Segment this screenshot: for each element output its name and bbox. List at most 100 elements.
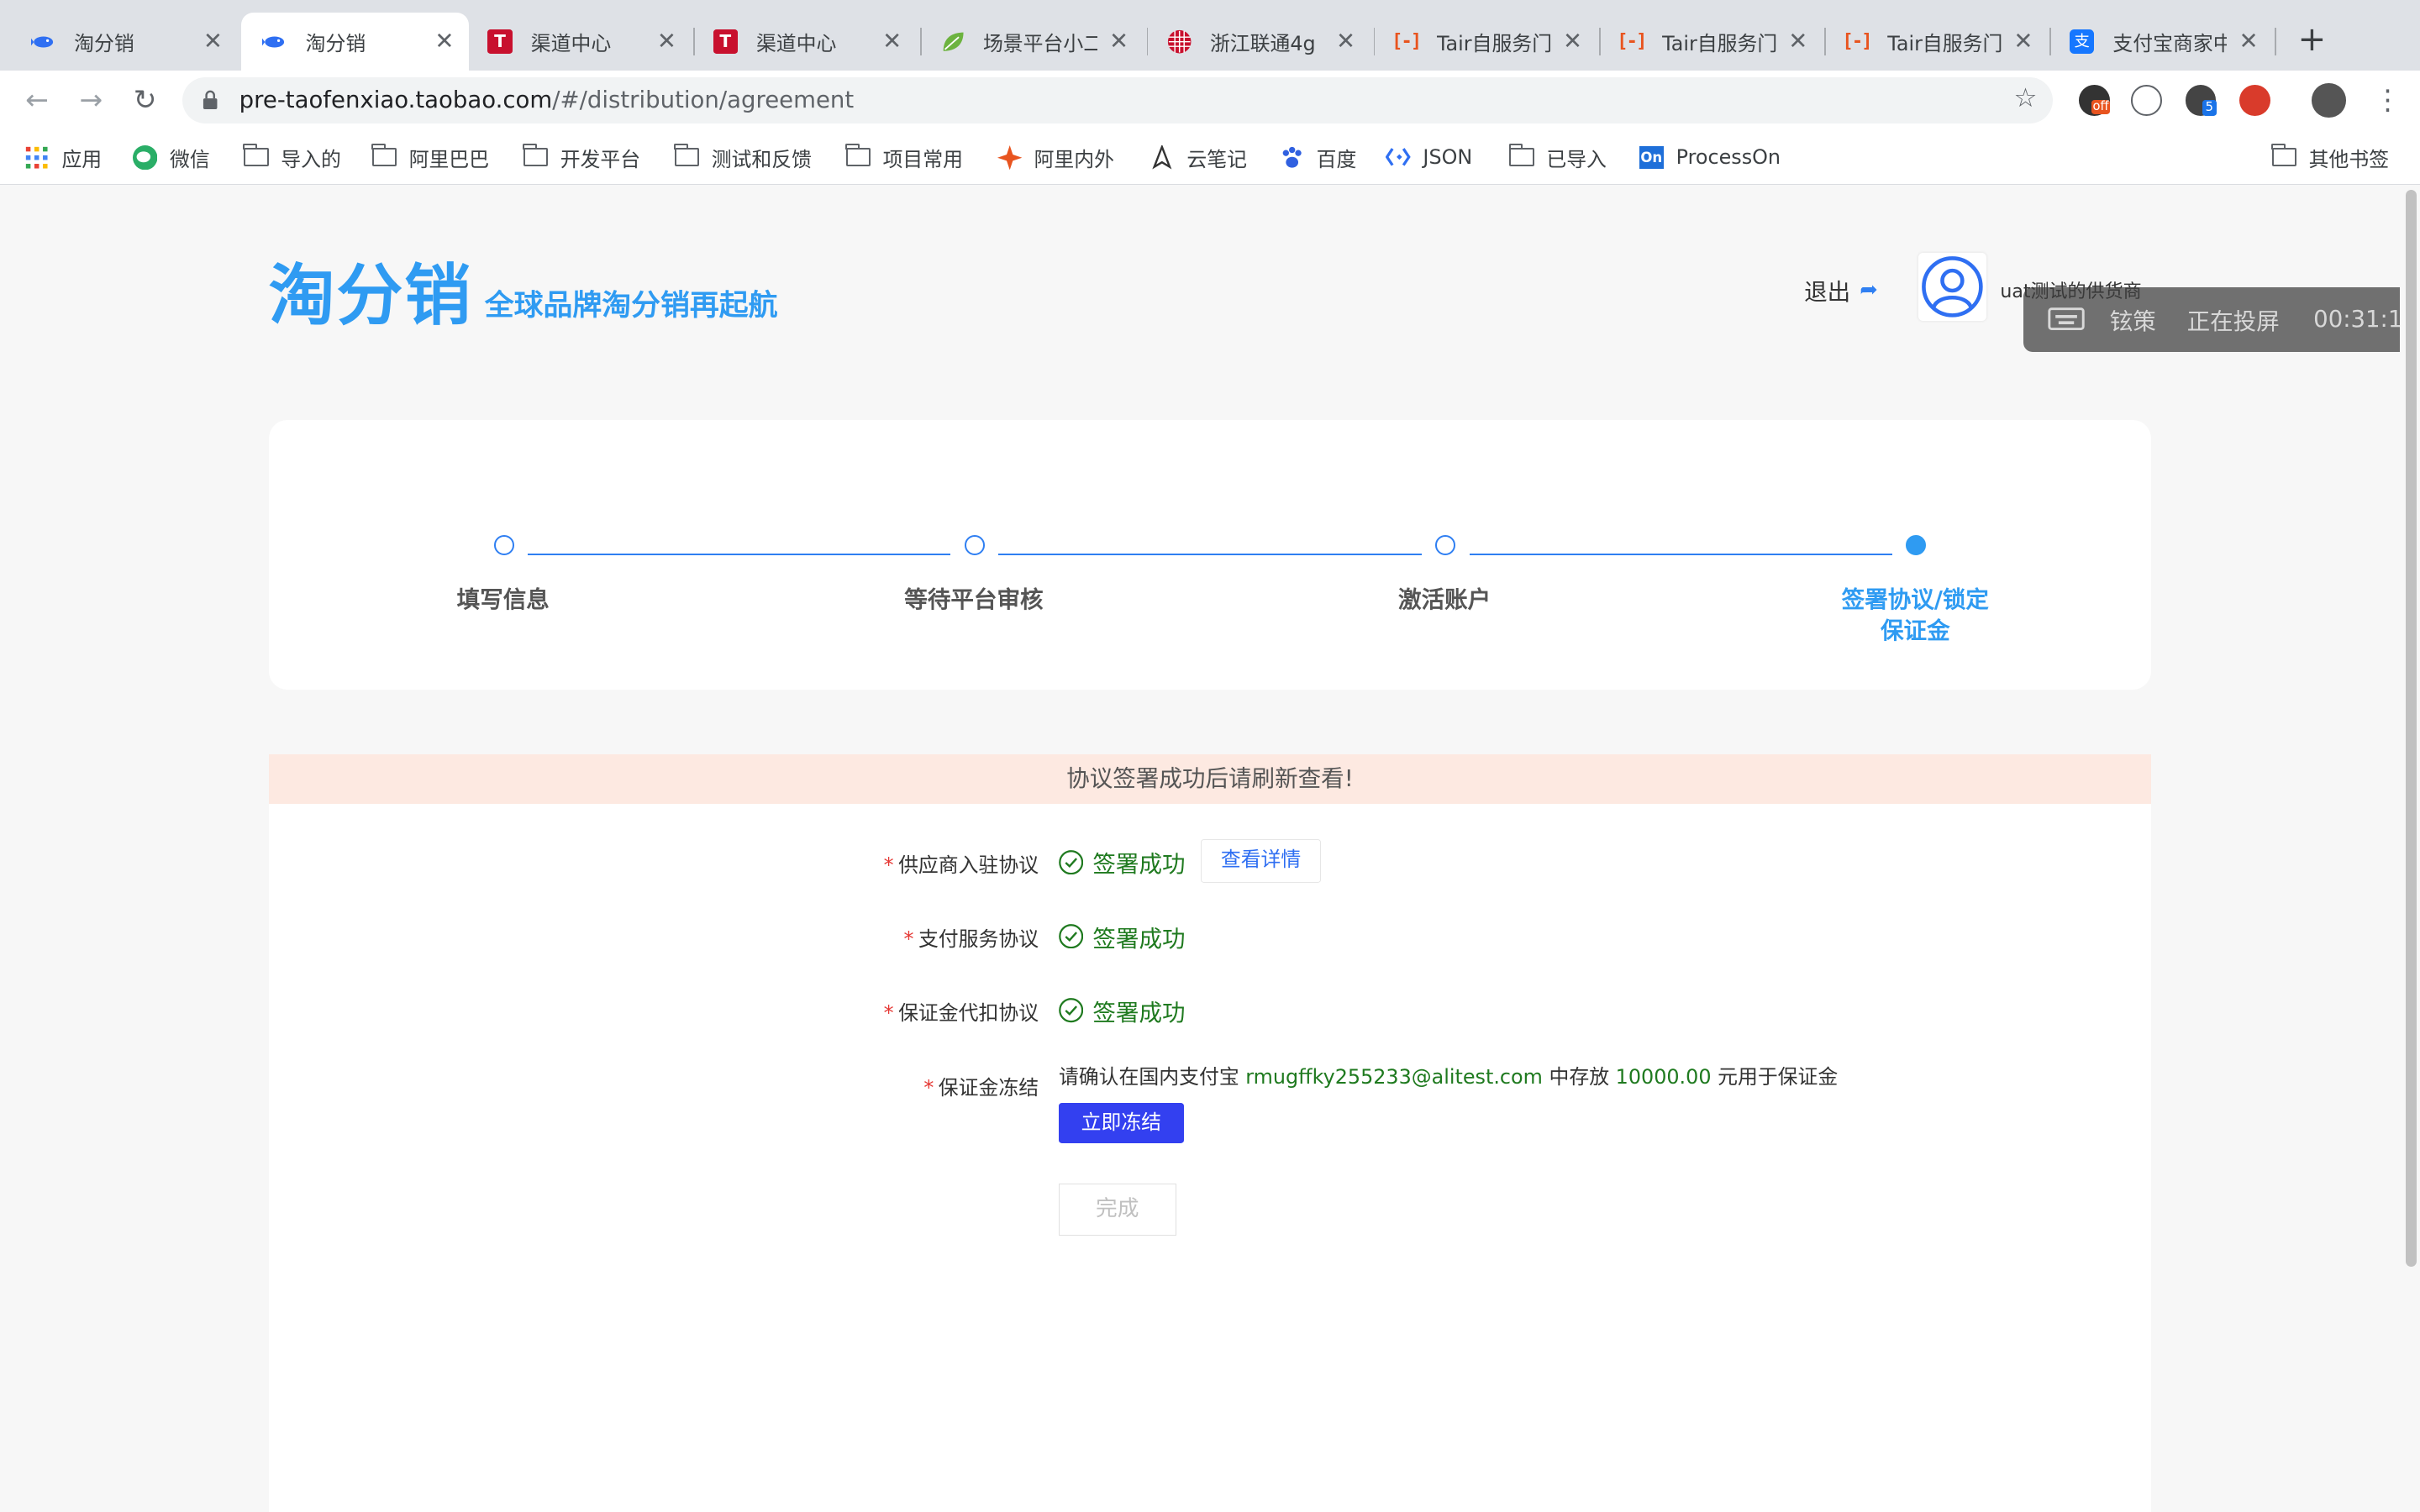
bookmark-wechat[interactable]: 微信	[132, 142, 210, 173]
tab-title: Tair自服务门	[1436, 32, 1551, 56]
tab-tair-3[interactable]: [-] Tair自服务门 ✕	[1828, 13, 2048, 71]
user-avatar[interactable]	[1918, 253, 1986, 322]
tab-close-icon[interactable]: ✕	[1560, 29, 1585, 54]
freeze-now-button[interactable]: 立即冻结	[1058, 1103, 1184, 1143]
deposit-deduct-agreement-status: 签署成功	[1059, 994, 1186, 1027]
supplier-agreement-status: 签署成功	[1059, 845, 1186, 879]
required-mark: *	[903, 927, 914, 952]
check-circle-icon	[1059, 924, 1084, 949]
address-bar[interactable]: pre-taofenxiao.taobao.com/#/distribution…	[182, 76, 2053, 123]
tab-tair-2[interactable]: [-] Tair自服务门 ✕	[1603, 13, 1823, 71]
extension-icon[interactable]: off	[2079, 85, 2111, 116]
bookmark-baidu[interactable]: 百度	[1280, 142, 1356, 173]
tab-changjing[interactable]: 场景平台小二 ✕	[924, 13, 1144, 71]
leaf-icon	[940, 29, 965, 54]
step-dot-current	[1906, 535, 1927, 556]
tab-qudao-1[interactable]: T 渠道中心 ✕	[472, 13, 692, 71]
tab-title: 淘分销	[305, 32, 366, 56]
bookmark-yidaoru[interactable]: 已导入	[1508, 142, 1607, 173]
screen-share-overlay[interactable]: 铉策 正在投屏 00:31:11	[2023, 286, 2420, 352]
bookmark-devplatform[interactable]: 开发平台	[522, 142, 641, 173]
tab-separator	[1373, 28, 1376, 56]
tab-taofenxiao-active[interactable]: 淘分销 ✕	[240, 12, 470, 71]
tab-close-icon[interactable]: ✕	[2236, 29, 2260, 54]
bookmark-imported[interactable]: 导入的	[243, 142, 341, 173]
back-arrow-icon[interactable]: ←	[20, 83, 54, 117]
lock-icon[interactable]	[203, 90, 218, 110]
tab-liantong[interactable]: 浙江联通4g ✕	[1151, 13, 1370, 71]
tab-close-icon[interactable]: ✕	[880, 29, 904, 54]
tab-separator	[1823, 28, 1826, 56]
new-tab-button[interactable]: +	[2296, 21, 2328, 55]
pen-nib-icon	[1150, 144, 1174, 170]
scrollbar-thumb[interactable]	[2406, 189, 2417, 1267]
finish-button[interactable]: 完成	[1058, 1183, 1176, 1236]
step-label-review: 等待平台审核	[904, 586, 1044, 614]
tab-strip: 淘分销 ✕ 淘分销 ✕ T 渠道中心 ✕ T 渠道中心 ✕ 场景平台小二 ✕ 浙…	[0, 0, 2420, 71]
url-domain: pre-taofenxiao.taobao.com	[239, 86, 553, 113]
bookmark-alineiwai[interactable]: 阿里内外	[997, 142, 1114, 173]
bookmark-test-feedback[interactable]: 测试和反馈	[673, 142, 812, 173]
profile-avatar[interactable]	[2312, 83, 2346, 118]
bookmark-json[interactable]: JSON	[1386, 142, 1472, 173]
site-logo[interactable]: 淘分销	[269, 241, 472, 338]
site-slogan: 全球品牌淘分销再起航	[484, 289, 778, 323]
tab-close-icon[interactable]: ✕	[655, 29, 679, 54]
deposit-amount: 10000.00	[1615, 1064, 1712, 1089]
view-details-button[interactable]: 查看详情	[1200, 839, 1322, 883]
github-extension-icon[interactable]: 5	[2185, 85, 2217, 116]
extension-count-badge: 5	[2202, 100, 2217, 116]
tab-title: 场景平台小二	[982, 32, 1097, 56]
step-label-line1: 签署协议/锁定	[1841, 586, 1989, 614]
bookmark-project[interactable]: 项目常用	[844, 142, 963, 173]
taofenxiao-fish-icon	[262, 29, 287, 54]
tab-title: 支付宝商家中	[2112, 32, 2228, 56]
progress-steps: 填写信息 等待平台审核 激活账户 签署协议/锁定 保证金	[268, 419, 2152, 690]
grid-ball-icon	[1167, 29, 1192, 54]
required-mark: *	[923, 1075, 934, 1100]
bookmark-apps[interactable]: 应用	[24, 142, 102, 173]
tab-qudao-2[interactable]: T 渠道中心 ✕	[697, 13, 917, 71]
tab-close-icon[interactable]: ✕	[1786, 29, 1810, 54]
red-extension-icon[interactable]	[2239, 85, 2270, 116]
forward-arrow-icon[interactable]: →	[74, 83, 108, 117]
aliyun-bracket-icon: [-]	[1392, 31, 1422, 53]
tab-close-icon[interactable]: ✕	[2011, 29, 2035, 54]
bookmark-alibaba[interactable]: 阿里巴巴	[371, 142, 489, 173]
tab-separator	[919, 28, 922, 56]
required-mark: *	[883, 1001, 894, 1026]
folder-icon	[522, 143, 549, 170]
screen-cast-icon	[2048, 307, 2085, 330]
check-circle-icon	[1059, 849, 1084, 874]
browser-toolbar: ← → ↻ pre-taofenxiao.taobao.com/#/distri…	[0, 71, 2420, 130]
url-text[interactable]: pre-taofenxiao.taobao.com/#/distribution…	[239, 87, 855, 113]
tab-separator	[2275, 28, 2277, 56]
reload-icon[interactable]: ↻	[128, 83, 161, 117]
tab-close-icon[interactable]: ✕	[1334, 29, 1358, 54]
bookmark-label: 开发平台	[560, 147, 641, 171]
tab-close-icon[interactable]: ✕	[201, 29, 225, 54]
tab-alipay[interactable]: 支 支付宝商家中 ✕	[2054, 13, 2274, 71]
bookmark-star-icon[interactable]: ☆	[2013, 83, 2037, 113]
share-arrow-icon: ➦	[1860, 277, 1878, 303]
alipay-icon: 支	[2070, 29, 2095, 55]
logout-link[interactable]: 退出 ➦	[1804, 273, 1878, 307]
presenter-name: 铉策	[2109, 308, 2156, 336]
bookmark-yunbiji[interactable]: 云笔记	[1150, 142, 1247, 173]
folder-icon	[2270, 143, 2296, 170]
bookmark-other[interactable]: 其他书签	[2270, 142, 2389, 173]
step-label-line2: 保证金	[1880, 617, 1950, 644]
code-extension-icon[interactable]	[2131, 85, 2163, 116]
browser-menu-icon[interactable]: ⋮	[2374, 83, 2402, 117]
extension-off-badge: off	[2091, 99, 2111, 114]
step-dot-1	[493, 535, 514, 556]
bookmark-label: ProcessOn	[1676, 145, 1781, 170]
supplier-agreement-label: * 供应商入驻协议	[883, 853, 1039, 878]
tab-tair-1[interactable]: [-] Tair自服务门 ✕	[1378, 13, 1597, 71]
share-status: 正在投屏	[2186, 308, 2280, 336]
tab-taofenxiao-1[interactable]: 淘分销 ✕	[3, 13, 238, 71]
folder-icon	[673, 143, 699, 170]
tab-close-icon[interactable]: ✕	[432, 29, 456, 54]
tab-close-icon[interactable]: ✕	[1107, 29, 1131, 54]
bookmark-processon[interactable]: On ProcessOn	[1639, 142, 1781, 173]
